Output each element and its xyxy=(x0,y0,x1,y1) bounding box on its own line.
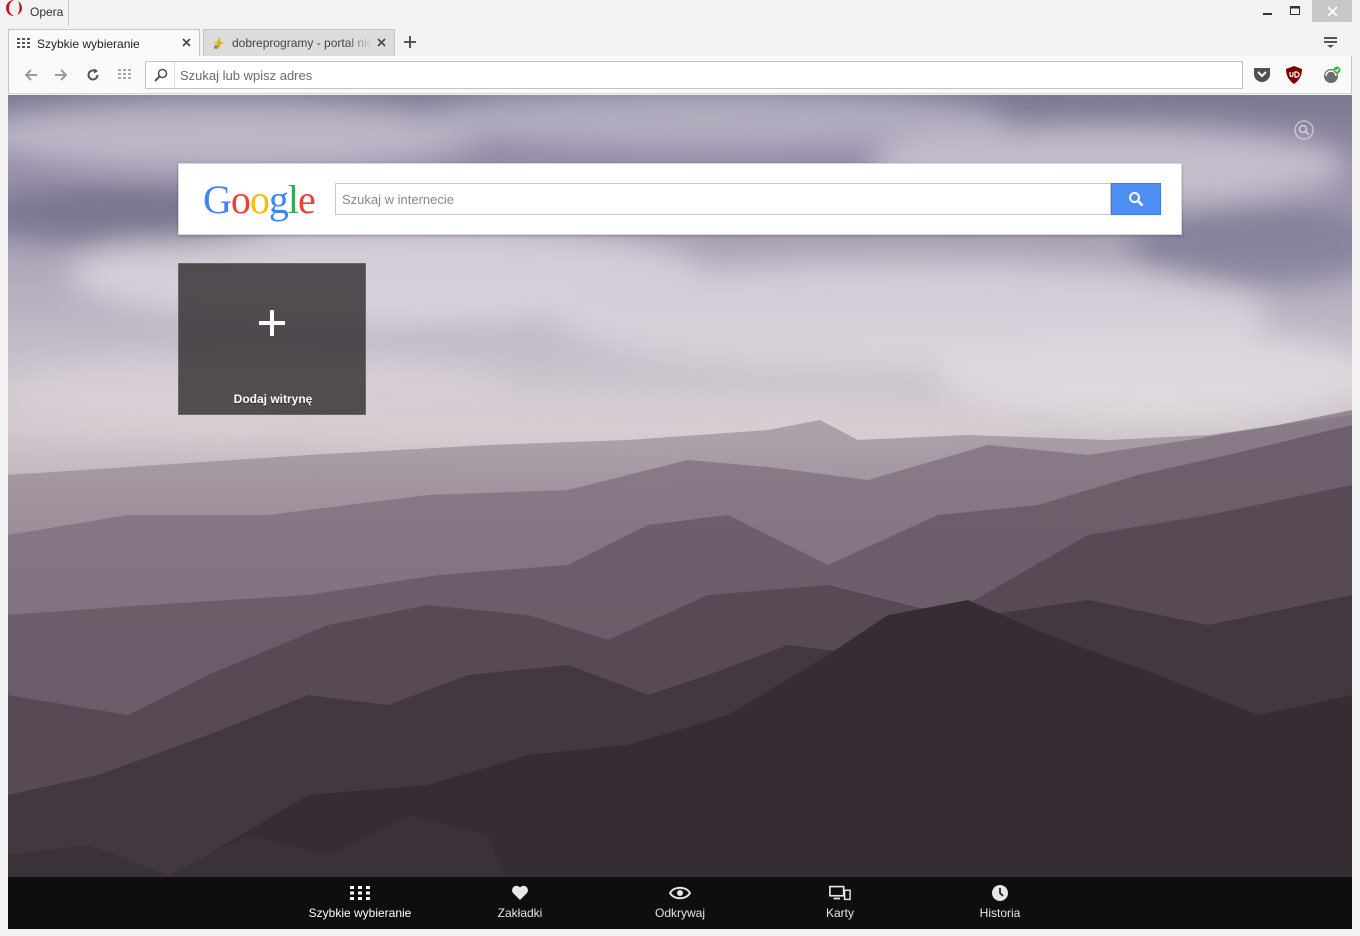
vpn-status-button[interactable] xyxy=(1321,64,1343,86)
nav-bookmarks[interactable]: Zakładki xyxy=(460,883,580,927)
nav-tabs[interactable]: Karty xyxy=(780,883,900,927)
close-window-button[interactable] xyxy=(1312,0,1352,22)
clock-icon xyxy=(989,883,1011,903)
maximize-button[interactable] xyxy=(1282,0,1308,22)
address-bar[interactable] xyxy=(145,61,1243,89)
reload-icon xyxy=(87,68,99,81)
dobreprogramy-favicon xyxy=(213,37,225,49)
plus-icon xyxy=(404,36,416,48)
tab-speed-dial[interactable]: Szybkie wybieranie xyxy=(8,29,200,57)
opera-logo-icon[interactable] xyxy=(6,0,22,16)
close-icon xyxy=(1326,5,1338,17)
minimize-button[interactable] xyxy=(1254,0,1282,22)
grid-icon xyxy=(118,69,131,79)
nav-label: Odkrywaj xyxy=(654,906,705,920)
arrow-left-icon xyxy=(24,69,37,81)
nav-discover[interactable]: Odkrywaj xyxy=(620,883,740,927)
tab-close-button[interactable] xyxy=(179,35,193,49)
nav-speed-dial[interactable]: Szybkie wybieranie xyxy=(300,883,420,927)
bottom-navigation: Szybkie wybieranie Zakładki Odkrywaj Kar… xyxy=(8,877,1352,929)
window-border xyxy=(1352,26,1360,936)
grid-icon xyxy=(349,883,371,903)
speed-dial-button[interactable] xyxy=(114,64,136,86)
plus-icon xyxy=(259,310,285,336)
google-logo: Google xyxy=(203,177,316,222)
close-icon xyxy=(181,37,191,47)
nav-label: Karty xyxy=(825,906,854,920)
reload-button[interactable] xyxy=(82,64,104,86)
devices-icon xyxy=(829,883,851,903)
nav-label: Historia xyxy=(979,906,1021,920)
window-border xyxy=(0,929,1360,936)
minimize-icon xyxy=(1263,13,1272,15)
google-search-box: Google xyxy=(178,163,1182,235)
window-border xyxy=(0,26,8,936)
tab-close-button[interactable] xyxy=(374,35,388,49)
title-bar: Opera xyxy=(0,0,1360,26)
navigation-toolbar xyxy=(8,56,1352,94)
google-search-input[interactable] xyxy=(335,183,1111,215)
app-title: Opera xyxy=(30,5,64,19)
speed-dial-page: Google Dodaj witrynę Szybkie wybieranie xyxy=(8,95,1352,929)
tab-menu-icon[interactable] xyxy=(1322,33,1340,51)
forward-button[interactable] xyxy=(50,64,72,86)
tab-label: dobreprogramy - portal nie xyxy=(232,36,372,50)
arrow-right-icon xyxy=(55,69,68,81)
ublock-icon xyxy=(1286,66,1302,84)
page-search-icon[interactable] xyxy=(1294,120,1314,140)
pocket-icon xyxy=(1254,68,1270,82)
search-icon xyxy=(154,68,168,82)
title-divider xyxy=(68,0,69,26)
add-site-label: Dodaj witrynę xyxy=(233,392,313,406)
tab-strip: Szybkie wybieranie dobreprogramy - porta… xyxy=(0,26,1360,57)
eye-icon xyxy=(669,883,691,903)
pocket-button[interactable] xyxy=(1251,64,1273,86)
address-divider xyxy=(174,62,175,88)
heart-icon xyxy=(509,883,531,903)
vpn-status-icon xyxy=(1324,66,1341,83)
nav-label: Zakładki xyxy=(497,906,543,920)
close-icon xyxy=(376,37,386,47)
back-button[interactable] xyxy=(20,64,42,86)
speed-dial-icon xyxy=(17,37,30,48)
address-input[interactable] xyxy=(180,64,1230,86)
new-tab-button[interactable] xyxy=(400,32,420,52)
tab-label: Szybkie wybieranie xyxy=(37,36,140,51)
search-icon xyxy=(1129,192,1144,207)
tab-dobreprogramy[interactable]: dobreprogramy - portal nie xyxy=(203,29,395,56)
nav-label: Szybkie wybieranie xyxy=(308,906,412,920)
nav-history[interactable]: Historia xyxy=(940,883,1060,927)
ublock-button[interactable] xyxy=(1283,64,1305,86)
add-site-tile[interactable]: Dodaj witrynę xyxy=(178,263,366,415)
maximize-icon xyxy=(1290,6,1300,15)
google-search-button[interactable] xyxy=(1111,183,1161,215)
